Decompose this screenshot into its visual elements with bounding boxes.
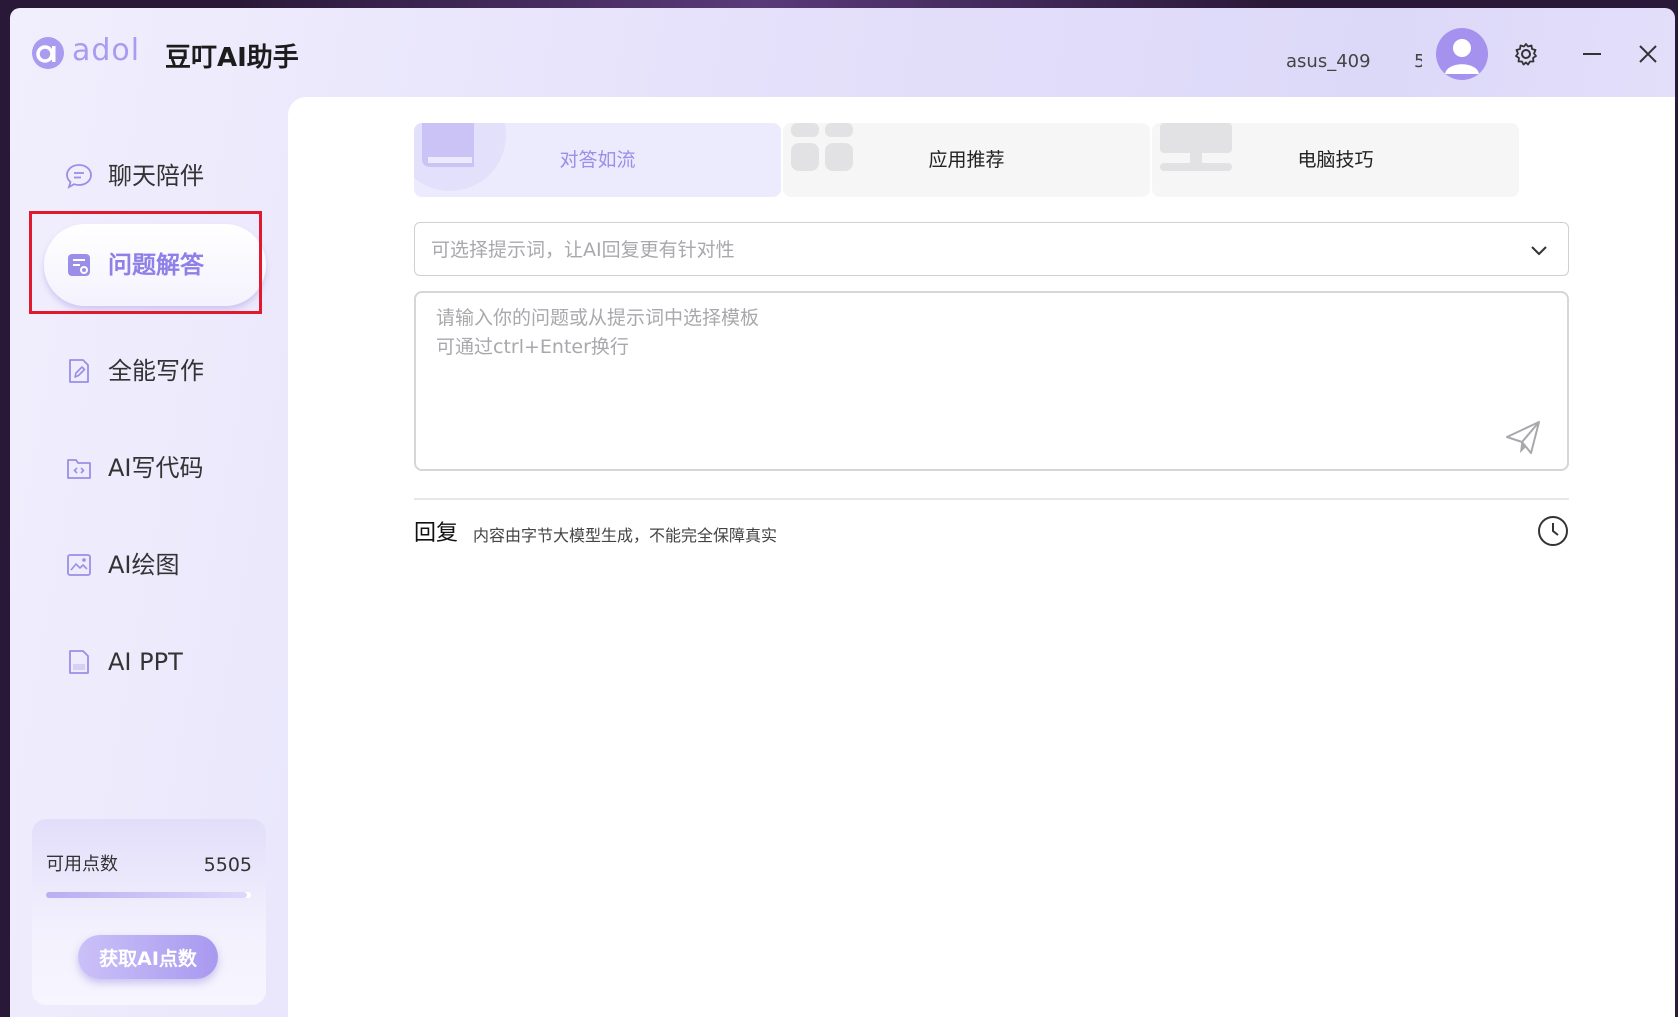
sidebar-item-label: AI写代码 — [108, 454, 204, 482]
chat-bubble-icon — [66, 164, 92, 189]
minimize-button[interactable] — [1578, 40, 1606, 68]
ppt-file-icon — [69, 650, 89, 674]
sidebar-item-ppt[interactable]: AI PPT — [32, 622, 268, 702]
question-placeholder-line1: 请输入你的问题或从提示词中选择模板 — [436, 307, 760, 329]
sidebar-item-code[interactable]: AI写代码 — [32, 428, 268, 508]
send-icon[interactable] — [1503, 417, 1543, 457]
tab-apps[interactable]: 应用推荐 — [783, 123, 1150, 197]
reply-note: 内容由字节大模型生成，不能完全保障真实 — [473, 526, 778, 545]
sidebar-item-label: 全能写作 — [108, 357, 204, 385]
logo-icon — [32, 37, 64, 69]
code-folder-icon — [67, 459, 91, 479]
user-icon — [1445, 39, 1479, 74]
logo-text: adol — [72, 33, 141, 68]
app-title: 豆叮AI助手 — [165, 43, 299, 73]
image-icon — [67, 554, 91, 576]
sidebar-item-drawing[interactable]: AI绘图 — [32, 525, 268, 605]
points-progress-fill — [46, 892, 247, 898]
reply-title: 回复 — [414, 521, 459, 546]
history-clock-icon[interactable] — [1536, 514, 1570, 548]
points-value: 5505 — [203, 854, 252, 876]
username: asus_409 — [1286, 51, 1371, 72]
minimize-icon — [1583, 53, 1601, 55]
close-button[interactable] — [1634, 40, 1662, 68]
points-card: 可用点数 5505 获取AI点数 — [32, 819, 266, 1005]
avatar[interactable] — [1436, 28, 1488, 80]
get-points-button[interactable]: 获取AI点数 — [78, 935, 218, 979]
tab-qa[interactable]: 对答如流 — [414, 123, 781, 197]
settings-icon — [1515, 43, 1537, 66]
question-placeholder-line2: 可通过ctrl+Enter换行 — [436, 336, 629, 358]
selection-highlight — [29, 211, 262, 314]
sidebar-item-label: AI PPT — [108, 648, 183, 676]
points-progress-bar — [46, 892, 251, 898]
sidebar-item-label: AI绘图 — [108, 551, 180, 579]
sidebar-item-chat[interactable]: 聊天陪伴 — [32, 136, 268, 216]
prompt-select[interactable]: 可选择提示词，让AI回复更有针对性 — [414, 222, 1569, 276]
chevron-down-icon — [1531, 246, 1547, 256]
question-input[interactable]: 请输入你的问题或从提示词中选择模板 可通过ctrl+Enter换行 — [414, 291, 1569, 471]
app-window: adol 豆叮AI助手 asus_409 5 聊天陪伴 问题解答 全能写作 AI… — [10, 8, 1675, 1017]
settings-button[interactable] — [1512, 40, 1540, 68]
tab-tips[interactable]: 电脑技巧 — [1152, 123, 1519, 197]
tab-label: 对答如流 — [559, 149, 636, 171]
sidebar-item-label: 聊天陪伴 — [108, 162, 204, 190]
write-doc-icon — [69, 359, 89, 383]
tab-label: 电脑技巧 — [1297, 149, 1374, 171]
username-tail: 5 — [1414, 51, 1422, 72]
tab-label: 应用推荐 — [928, 149, 1005, 171]
points-label: 可用点数 — [46, 854, 118, 875]
main-panel: 对答如流 应用推荐 电脑技巧 可选择提示词，让AI回复更有针对性 请输入你的问题… — [288, 97, 1675, 1017]
close-icon — [1639, 45, 1657, 63]
sidebar-item-writing[interactable]: 全能写作 — [32, 331, 268, 411]
divider — [414, 498, 1569, 500]
prompt-select-placeholder: 可选择提示词，让AI回复更有针对性 — [431, 239, 735, 261]
